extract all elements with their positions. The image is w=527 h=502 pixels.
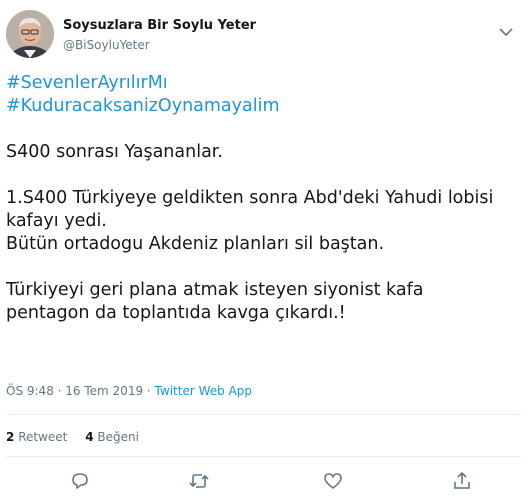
heart-icon[interactable] [322,470,344,492]
chevron-down-icon[interactable] [499,22,513,37]
avatar-image [6,10,54,58]
retweet-icon[interactable] [188,470,210,492]
divider [6,456,521,457]
author-display-name[interactable]: Soysuzlara Bir Soylu Yeter [63,18,256,33]
reply-icon[interactable] [69,470,91,492]
tweet-text-line: Bütün ortadogu Akdeniz planları sil başt… [6,234,385,254]
retweet-count: 2 [6,430,15,444]
tweet-text-line: 1.S400 Türkiyeye geldikten sonra Abd'dek… [6,188,494,208]
tweet-text-line: pentagon da toplantıda kavga çıkardı.! [6,303,346,323]
tweet-meta: ÖS 9:48 · 16 Tem 2019 · Twitter Web App [6,384,252,398]
author-handle[interactable]: @BiSoyluYeter [63,38,150,52]
like-label: Beğeni [97,430,139,444]
retweet-label: Retweet [18,430,68,444]
divider [6,414,521,415]
meta-separator: · [143,384,155,398]
hashtag-link[interactable]: #KuduracaksanizOynamayalim [6,95,516,118]
tweet-stats: 2 Retweet 4 Beğeni [6,430,153,444]
meta-separator: · [53,384,66,398]
hashtag-link[interactable]: #SevenlerAyrılırMı [6,72,516,95]
retweet-stat[interactable]: 2 Retweet [6,430,67,444]
tweet-source-link[interactable]: Twitter Web App [155,384,252,398]
tweet-text-line: Türkiyeyi geri plana atmak isteyen siyon… [6,280,424,300]
share-icon[interactable] [451,470,473,492]
avatar[interactable] [6,10,54,58]
tweet-text: #SevenlerAyrılırMı #KuduracaksanizOynama… [6,72,516,325]
tweet-date[interactable]: 16 Tem 2019 [65,384,143,398]
like-stat[interactable]: 4 Beğeni [85,430,139,444]
tweet-text-line: S400 sonrası Yaşananlar. [6,142,223,162]
tweet-time[interactable]: ÖS 9:48 [6,384,54,398]
tweet-text-line: kafayı yedi. [6,211,107,231]
tweet-actions [0,466,527,496]
tweet-card: Soysuzlara Bir Soylu Yeter @BiSoyluYeter… [0,0,527,502]
like-count: 4 [85,430,94,444]
